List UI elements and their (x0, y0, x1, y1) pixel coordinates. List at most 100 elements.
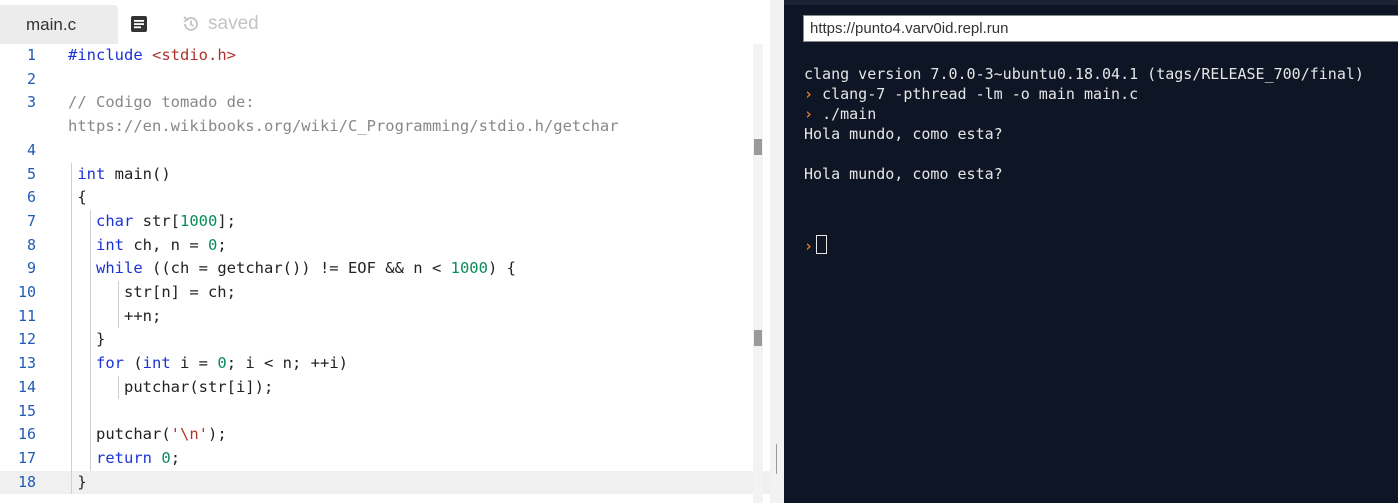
code-line[interactable]: 1 #include <stdio.h> (0, 44, 770, 68)
console-input-line[interactable]: › (804, 235, 828, 255)
code-line[interactable]: 7 char str[1000]; (0, 210, 770, 234)
code-line[interactable]: 3 // Codigo tomado de: (0, 91, 770, 115)
code-line[interactable]: 18 } (0, 470, 770, 495)
code-token: int (142, 354, 171, 373)
code-text: putchar('\n'); (68, 423, 227, 447)
line-number: 12 (17, 330, 36, 349)
code-token: <stdio.h> (152, 46, 236, 64)
line-number: 8 (26, 235, 36, 254)
code-line[interactable]: https://en.wikibooks.org/wiki/C_Programm… (0, 115, 770, 139)
code-token: ; i < n; ++i) (226, 354, 349, 373)
console-text: Hola mundo, como esta? (804, 165, 1003, 183)
file-tab-label: main.c (26, 15, 77, 34)
console-topbar (784, 0, 1398, 5)
saved-label: saved (208, 13, 259, 34)
code-token: str[ (133, 211, 180, 230)
code-line[interactable]: 4 (0, 139, 770, 163)
code-token: putchar( (68, 425, 171, 444)
line-number: 13 (17, 354, 36, 373)
line-number: 6 (26, 188, 36, 207)
line-number: 4 (26, 140, 36, 159)
code-line[interactable]: 6 { (0, 186, 770, 210)
code-token: ]; (217, 211, 236, 230)
line-number: 15 (17, 401, 36, 420)
code-line[interactable]: 12 } (0, 328, 770, 352)
prompt-icon: › (804, 237, 814, 255)
code-token: } (68, 330, 106, 349)
code-text: https://en.wikibooks.org/wiki/C_Programm… (68, 115, 619, 139)
code-line[interactable]: 8 int ch, n = 0; (0, 234, 770, 258)
code-token: // Codigo tomado de: (68, 93, 255, 112)
code-token: return (96, 448, 152, 467)
code-text: putchar(str[i]); (68, 376, 273, 400)
code-line[interactable]: 5 int main() (0, 163, 770, 187)
line-number: 14 (17, 377, 36, 396)
line-number: 11 (17, 306, 36, 325)
console-line: clang version 7.0.0-3~ubuntu0.18.04.1 (t… (804, 65, 1364, 83)
code-token: ++n; (68, 306, 162, 325)
code-text: #include <stdio.h> (68, 44, 236, 68)
editor-scrollbar[interactable] (753, 44, 763, 503)
code-text: ++n; (68, 305, 161, 329)
code-editor[interactable]: 1 #include <stdio.h> 2 3 // Codigo tomado de… (0, 44, 770, 503)
code-token: ); (207, 425, 227, 444)
code-line[interactable]: 2 (0, 68, 770, 92)
code-token: 0 (217, 354, 227, 373)
files-icon[interactable] (130, 15, 148, 33)
console-line: › ./main (804, 105, 876, 123)
prompt-icon: › (804, 105, 823, 123)
console-line: Hola mundo, como esta? (804, 165, 1003, 183)
code-line[interactable]: 13 for (int i = 0; i < n; ++i) (0, 352, 770, 376)
code-text: int ch, n = 0; (68, 234, 227, 258)
url-bar[interactable]: https://punto4.varv0id.repl.run (803, 15, 1398, 42)
pane-splitter[interactable] (770, 0, 784, 503)
code-token: https://en.wikibooks.org/wiki/C_Programm… (68, 117, 619, 136)
console-line: › clang-7 -pthread -lm -o main main.c (804, 85, 1138, 103)
line-number: 5 (26, 164, 36, 183)
code-text: int main() (68, 163, 171, 187)
code-token: char (96, 211, 134, 230)
code-token: '\n' (170, 425, 208, 444)
code-text: while ((ch = getchar()) != EOF && n < 10… (68, 257, 516, 281)
code-token: ; (170, 448, 181, 467)
line-number: 9 (26, 259, 36, 278)
code-text: char str[1000]; (68, 210, 236, 234)
code-line[interactable]: 15 (0, 400, 770, 424)
indent-guide (90, 209, 91, 471)
code-line[interactable]: 14 putchar(str[i]); (0, 376, 770, 400)
code-token: putchar(str[i]); (68, 377, 274, 396)
code-line[interactable]: 9 while ((ch = getchar()) != EOF && n < … (0, 257, 770, 281)
line-number: 7 (26, 211, 36, 230)
code-token: str[n] = ch; (68, 283, 236, 301)
code-token: while (96, 259, 143, 278)
code-token: 1000 (450, 259, 488, 278)
indent-guide (118, 281, 119, 329)
console-text: clang version 7.0.0-3~ubuntu0.18.04.1 (t… (804, 65, 1364, 83)
line-number: 1 (26, 46, 36, 64)
history-icon (181, 14, 201, 34)
indent-guide (118, 375, 119, 400)
code-token: ((ch = getchar()) != EOF && n < (142, 259, 451, 278)
editor-pane: main.c saved 1 #include <stdio.h> 2 3 // Cod… (0, 0, 770, 503)
code-line[interactable]: 11 ++n; (0, 305, 770, 329)
indent-guide (71, 162, 72, 495)
code-token: 0 (208, 235, 218, 254)
scrollbar-marker (754, 139, 762, 155)
console-pane[interactable]: https://punto4.varv0id.repl.run clang ve… (784, 0, 1398, 503)
console-text: Hola mundo, como esta? (804, 125, 1003, 143)
code-line[interactable]: 10 str[n] = ch; (0, 281, 770, 305)
splitter-grip[interactable] (776, 444, 777, 474)
code-line[interactable]: 17 return 0; (0, 447, 770, 471)
code-token: 0 (161, 448, 171, 467)
line-number: 18 (17, 472, 36, 491)
console-line: Hola mundo, como esta? (804, 125, 1003, 143)
line-number: 2 (26, 69, 36, 88)
code-token: main() (105, 164, 171, 183)
text-cursor (816, 235, 828, 254)
file-tab-main-c[interactable]: main.c (0, 5, 118, 44)
code-line[interactable]: 16 putchar('\n'); (0, 423, 770, 447)
